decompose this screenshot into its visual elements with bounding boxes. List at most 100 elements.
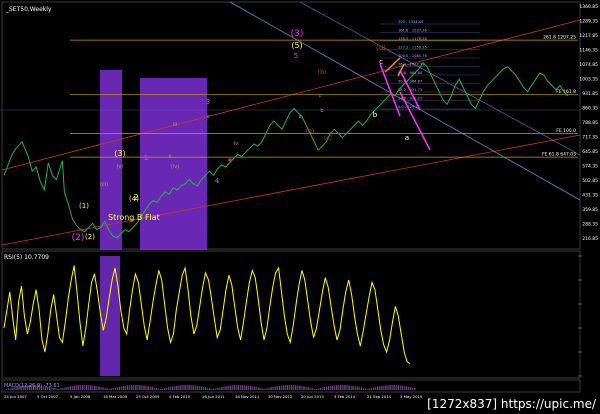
wave-label-major: (2) xyxy=(72,233,85,243)
x-tick-label: 3 Feb 2014 xyxy=(334,394,356,399)
y-tick-label: 717.35 xyxy=(582,135,598,141)
level-label: 261.8 1207.25 xyxy=(543,35,576,41)
macd-bar xyxy=(192,385,194,390)
rsi-pane-frame xyxy=(1,250,581,379)
macd-bar xyxy=(254,386,256,390)
macd-bar xyxy=(362,388,365,390)
wave-label-minor: (v) xyxy=(117,164,124,170)
wave-label-corrective: a xyxy=(298,114,301,120)
macd-bar xyxy=(288,385,291,390)
macd-bar xyxy=(372,387,375,390)
y-tick-label: 574.35 xyxy=(582,164,598,170)
macd-bar xyxy=(211,388,213,390)
macd-bar xyxy=(163,388,166,390)
y-tick-label: 788.85 xyxy=(582,120,598,126)
macd-bar xyxy=(395,385,397,390)
macd-bar xyxy=(270,387,272,390)
wave-label-minor: (4) xyxy=(129,195,139,203)
macd-bar xyxy=(245,385,248,390)
macd-bar xyxy=(110,388,112,390)
y-tick-label: 645.85 xyxy=(582,149,598,155)
chart-title: _SET50,Weekly xyxy=(5,6,52,13)
macd-bar xyxy=(227,385,229,390)
y-tick-label: 359.85 xyxy=(582,207,598,213)
macd-bar xyxy=(258,387,260,390)
macd-bar xyxy=(217,387,219,390)
macd-bar xyxy=(342,385,344,390)
macd-bar xyxy=(295,385,297,390)
macd-bar xyxy=(71,385,73,390)
macd-bar xyxy=(317,388,319,390)
y-tick-label: 860.35 xyxy=(582,106,598,112)
wave-label-corrective: c xyxy=(319,93,322,99)
macd-bar xyxy=(206,387,209,390)
macd-bar xyxy=(196,385,199,390)
macd-bar xyxy=(88,385,90,390)
macd-bar xyxy=(286,385,289,390)
macd-bar xyxy=(118,386,121,390)
macd-bar xyxy=(231,385,233,390)
macd-bar xyxy=(90,385,92,390)
price-pane-frame xyxy=(1,1,581,250)
macd-bar xyxy=(387,385,389,390)
wave-label-minor: 3 xyxy=(206,98,210,106)
x-tick-label: 3 May 2015 xyxy=(400,394,423,399)
macd-bar xyxy=(334,385,336,390)
macd-bar xyxy=(106,388,108,390)
macd-bar xyxy=(379,386,381,390)
macd-bar xyxy=(145,385,147,390)
macd-bar xyxy=(79,385,82,390)
macd-bar xyxy=(381,385,383,390)
wave-label-minor: ii xyxy=(169,154,172,160)
x-tick-label: 5 Jan 2008 xyxy=(70,394,91,399)
macd-bar xyxy=(280,385,283,390)
macd-bar xyxy=(81,385,84,390)
macd-bar xyxy=(237,385,240,390)
macd-bar xyxy=(112,388,114,390)
wave-label-minor: (iii) xyxy=(100,182,108,188)
macd-bar xyxy=(131,385,133,390)
macd-bar xyxy=(405,386,408,390)
macd-bar xyxy=(184,385,186,390)
rsi-purple-block xyxy=(100,256,120,376)
macd-bar xyxy=(350,385,352,390)
macd-bar xyxy=(307,387,309,390)
y-tick-label: 502.85 xyxy=(582,178,598,184)
macd-bar xyxy=(202,386,205,390)
macd-bar xyxy=(178,385,180,390)
macd-bar xyxy=(293,385,295,390)
y-tick-label: 1003.35 xyxy=(579,77,598,83)
macd-bar xyxy=(143,385,145,390)
macd-bar xyxy=(147,386,149,390)
y-tick-label: 431.35 xyxy=(582,193,598,199)
macd-bar xyxy=(325,386,328,390)
macd-bar xyxy=(241,385,244,390)
macd-label: MACD(12,26,9) -73.61 xyxy=(4,383,60,389)
macd-bar xyxy=(190,385,192,390)
macd-bar xyxy=(364,388,367,390)
macd-bar xyxy=(389,385,391,390)
macd-bar xyxy=(108,388,110,390)
macd-bar xyxy=(149,386,151,390)
wave-label-minor: (2) xyxy=(85,233,95,241)
fib-ladder-label: 161.8 - 1237.26 xyxy=(398,29,427,33)
rsi-label: RSI(5) 10.7709 xyxy=(4,254,49,261)
wave-label-corrective: b xyxy=(373,111,378,119)
macd-bar xyxy=(354,386,356,390)
macd-bar xyxy=(243,385,246,390)
macd-bar xyxy=(94,385,96,390)
x-tick-label: 16 Jun 2011 xyxy=(202,394,225,399)
x-tick-label: 20 Jun 2013 xyxy=(301,394,324,399)
macd-bar xyxy=(370,387,373,390)
macd-bar xyxy=(249,386,252,390)
y-tick-label: 216.85 xyxy=(582,236,598,242)
macd-bar xyxy=(329,385,332,390)
macd-bar xyxy=(221,386,223,390)
macd-bar xyxy=(321,387,324,390)
x-tick-label: 21 Sep 2014 xyxy=(367,394,392,399)
wave-label-minor: (3) xyxy=(114,149,125,158)
macd-bar xyxy=(180,385,182,390)
macd-bar xyxy=(358,387,360,390)
macd-bar xyxy=(186,385,188,390)
macd-bar xyxy=(336,385,338,390)
